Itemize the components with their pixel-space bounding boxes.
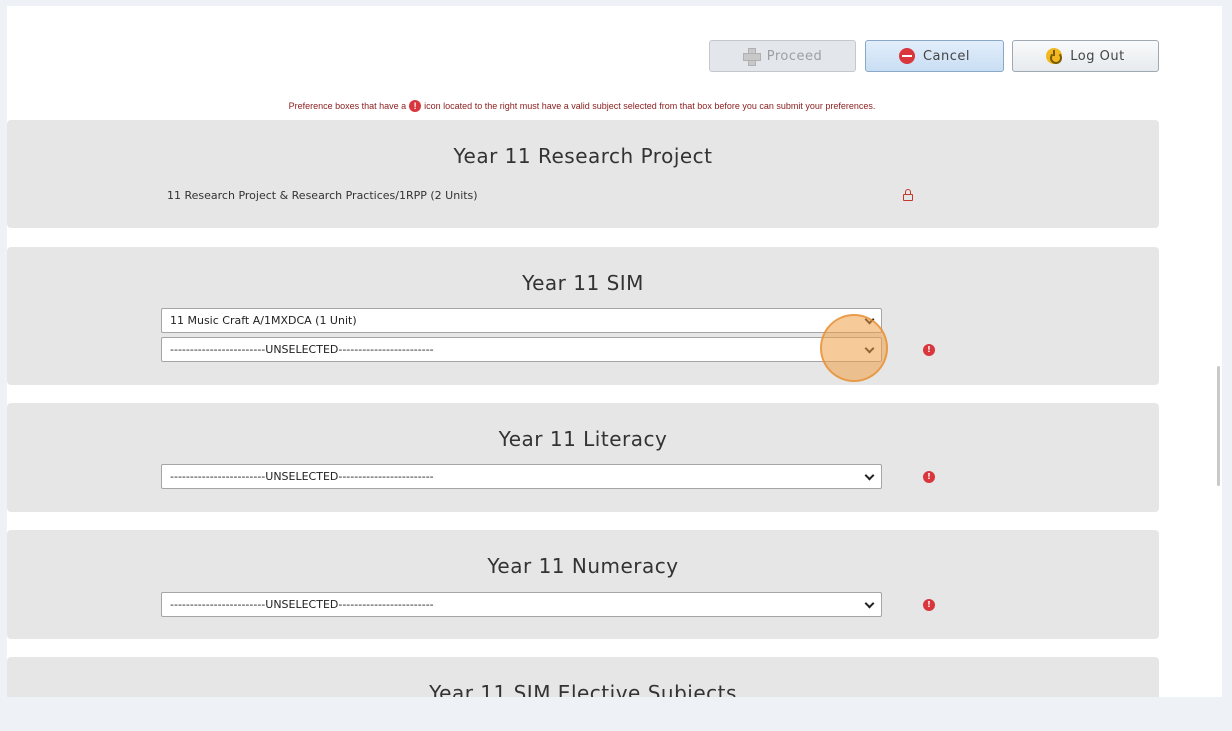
- scrollbar[interactable]: [1212, 6, 1222, 697]
- literacy-select[interactable]: ------------------------UNSELECTED------…: [161, 464, 882, 489]
- select-value: ------------------------UNSELECTED------…: [170, 598, 434, 611]
- panel-title: Year 11 SIM: [522, 271, 644, 295]
- panel-title: Year 11 Numeracy: [487, 554, 679, 578]
- preference-notice: Preference boxes that have a ! icon loca…: [7, 100, 1157, 112]
- select-value: ------------------------UNSELECTED------…: [170, 470, 434, 483]
- panel-literacy: Year 11 Literacy -----------------------…: [7, 403, 1159, 512]
- research-project-subject: 11 Research Project & Research Practices…: [167, 189, 478, 202]
- cancel-icon: [898, 48, 915, 64]
- panel-sim-electives: Year 11 SIM Elective Subjects: [7, 657, 1159, 697]
- panel-numeracy: Year 11 Numeracy -----------------------…: [7, 530, 1159, 639]
- panel-sim: Year 11 SIM 11 Music Craft A/1MXDCA (1 U…: [7, 247, 1159, 385]
- panel-research-project: Year 11 Research Project 11 Research Pro…: [7, 120, 1159, 228]
- proceed-button[interactable]: Proceed: [709, 40, 856, 72]
- power-icon: [1046, 48, 1063, 64]
- panel-title: Year 11 Literacy: [498, 427, 668, 451]
- lock-icon: [903, 189, 913, 201]
- cancel-label: Cancel: [922, 48, 971, 64]
- select-value: ------------------------UNSELECTED------…: [170, 343, 434, 356]
- sim-select-1[interactable]: 11 Music Craft A/1MXDCA (1 Unit): [161, 308, 882, 333]
- numeracy-select[interactable]: ------------------------UNSELECTED------…: [161, 592, 882, 617]
- panel-title: Year 11 SIM Elective Subjects: [429, 681, 737, 697]
- logout-label: Log Out: [1070, 48, 1125, 64]
- alert-icon: !: [409, 100, 422, 112]
- alert-icon: !: [923, 599, 935, 611]
- scrollbar-thumb[interactable]: [1217, 366, 1220, 486]
- select-value: 11 Music Craft A/1MXDCA (1 Unit): [170, 314, 357, 327]
- cancel-button[interactable]: Cancel: [865, 40, 1004, 72]
- logout-button[interactable]: Log Out: [1012, 40, 1159, 72]
- alert-icon: !: [923, 471, 935, 483]
- chevron-down-icon: [864, 470, 875, 481]
- page-frame: Proceed Cancel Log Out Preference boxes …: [7, 6, 1222, 697]
- proceed-label: Proceed: [766, 48, 823, 64]
- click-indicator: [820, 314, 888, 382]
- panel-title: Year 11 Research Project: [453, 144, 713, 168]
- sim-select-2[interactable]: ------------------------UNSELECTED------…: [161, 337, 882, 362]
- toolbar: Proceed Cancel Log Out: [7, 40, 1222, 72]
- plus-icon: [742, 48, 761, 66]
- alert-icon: !: [923, 344, 935, 356]
- notice-text-before: Preference boxes that have a: [288, 101, 407, 111]
- notice-text-after: icon located to the right must have a va…: [424, 101, 876, 111]
- chevron-down-icon: [864, 598, 875, 609]
